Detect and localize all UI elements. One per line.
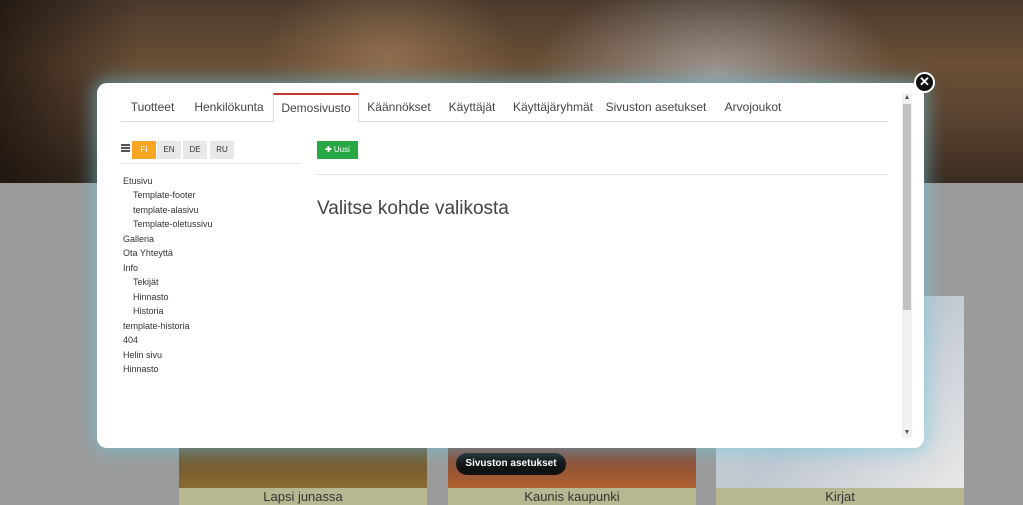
new-button-label: Uusi (333, 145, 350, 154)
content-title: Valitse kohde valikosta (317, 198, 509, 219)
scroll-thumb[interactable] (903, 104, 911, 310)
tab-demosivusto[interactable]: Demosivusto (273, 93, 359, 123)
lang-fi[interactable]: FI (132, 141, 156, 159)
tree-item[interactable]: Hinnasto (123, 362, 159, 376)
tree-item[interactable]: Ota Yhteyttä (123, 246, 173, 260)
card-caption: Lapsi junassa (179, 488, 427, 505)
tab-kayttajat[interactable]: Käyttäjät (439, 93, 505, 122)
tab-henkilokunta[interactable]: Henkilökunta (185, 93, 273, 122)
scroll-up-icon[interactable]: ▲ (902, 93, 912, 103)
lang-de[interactable]: DE (183, 141, 207, 159)
admin-modal (97, 83, 924, 448)
divider (316, 174, 888, 175)
plus-icon: ✚ (325, 145, 332, 154)
lang-ru[interactable]: RU (210, 141, 234, 159)
close-icon[interactable]: ✕ (914, 72, 935, 93)
new-button[interactable]: ✚ Uusi (317, 141, 358, 159)
tab-arvojoukot[interactable]: Arvojoukot (711, 93, 795, 122)
tab-kayttajaryhmat[interactable]: Käyttäjäryhmät (505, 93, 601, 122)
tab-bar: Tuotteet Henkilökunta Demosivusto Käännö… (121, 93, 888, 123)
tree-item[interactable]: Helin sivu (123, 348, 162, 362)
card-caption: Kirjat (716, 488, 964, 505)
tree-item[interactable]: Tekijät (133, 275, 159, 289)
scroll-down-icon[interactable]: ▼ (902, 428, 912, 438)
scrollbar[interactable]: ▲ ▼ (902, 93, 912, 438)
tree-item[interactable]: Galleria (123, 232, 154, 246)
tree-item[interactable]: Template-oletussivu (133, 217, 213, 231)
site-settings-button[interactable]: Sivuston asetukset (456, 453, 566, 475)
divider (121, 163, 301, 164)
tree-item[interactable]: Historia (133, 304, 164, 318)
lang-en[interactable]: EN (157, 141, 181, 159)
tab-kaannokset[interactable]: Käännökset (359, 93, 439, 122)
tree-item[interactable]: Hinnasto (133, 290, 169, 304)
card-caption: Kaunis kaupunki (448, 488, 696, 505)
tree-item[interactable]: template-alasivu (133, 203, 199, 217)
menu-icon[interactable] (121, 144, 130, 152)
tree-item[interactable]: Etusivu (123, 174, 153, 188)
tree-item[interactable]: Template-footer (133, 188, 196, 202)
tab-tuotteet[interactable]: Tuotteet (121, 93, 184, 122)
tree-item[interactable]: 404 (123, 333, 138, 347)
tree-item[interactable]: template-historia (123, 319, 190, 333)
tab-sivuston-asetukset[interactable]: Sivuston asetukset (601, 93, 711, 122)
tree-item[interactable]: Info (123, 261, 138, 275)
